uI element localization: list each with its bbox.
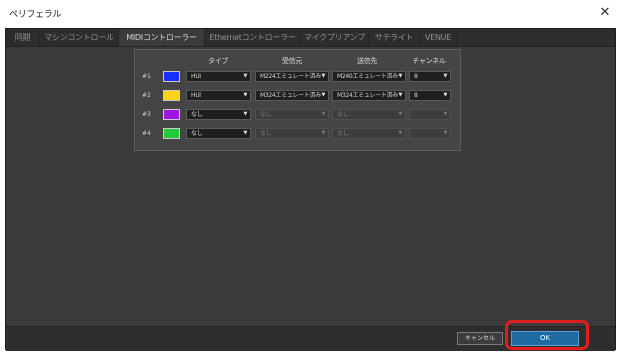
peripherals-window: 同期 マシンコントロール MIDIコントローラー Ethernetコントローラー…: [5, 28, 616, 351]
dropdown-value: なし: [260, 111, 272, 118]
receive-dropdown[interactable]: M224エミュレート済み ▼: [255, 71, 329, 82]
dropdown-value: HUI: [191, 92, 201, 99]
chevron-down-icon: ▼: [398, 92, 402, 98]
dropdown-value: なし: [337, 111, 349, 118]
ok-button-highlight: [505, 320, 589, 350]
chevron-down-icon: ▼: [443, 130, 447, 136]
channels-dropdown[interactable]: 8 ▼: [409, 71, 451, 82]
dropdown-value: M224エミュレート済み: [260, 73, 321, 80]
tab-satellites[interactable]: サテライト: [369, 29, 420, 46]
type-dropdown[interactable]: HUI ▼: [186, 90, 251, 101]
channels-dropdown: ▼: [409, 109, 451, 120]
channels-dropdown[interactable]: 8 ▼: [409, 90, 451, 101]
row-number: #3: [142, 111, 151, 118]
send-dropdown[interactable]: M324エミュレート済み ▼: [332, 90, 406, 101]
chevron-down-icon: ▼: [321, 111, 325, 117]
window-title: ペリフェラル: [9, 10, 62, 20]
chevron-down-icon: ▼: [321, 92, 325, 98]
header-send-to: 送信先: [356, 57, 378, 65]
channels-dropdown: ▼: [409, 128, 451, 139]
receive-dropdown: なし ▼: [255, 128, 329, 139]
chevron-down-icon: ▼: [443, 92, 447, 98]
color-swatch[interactable]: [163, 71, 180, 82]
chevron-down-icon: ▼: [243, 130, 247, 136]
dropdown-value: M324エミュレート済み: [260, 92, 321, 99]
tab-machine-control[interactable]: マシンコントロール: [40, 29, 119, 46]
dropdown-value: 8: [414, 92, 418, 99]
dropdown-value: HUI: [191, 73, 201, 80]
receive-dropdown[interactable]: M324エミュレート済み ▼: [255, 90, 329, 101]
row-number: #4: [142, 130, 151, 137]
receive-dropdown: なし ▼: [255, 109, 329, 120]
type-dropdown[interactable]: HUI ▼: [186, 71, 251, 82]
color-swatch[interactable]: [163, 90, 180, 101]
dropdown-value: なし: [191, 111, 203, 118]
color-swatch[interactable]: [163, 128, 180, 139]
dropdown-value: なし: [337, 130, 349, 137]
midi-controllers-panel: タイプ 受信元 送信先 チャンネル #1 HUI ▼ M224エミュレート済み ▼ …: [134, 49, 461, 151]
chevron-down-icon: ▼: [321, 130, 325, 136]
chevron-down-icon: ▼: [443, 111, 447, 117]
close-icon[interactable]: ✕: [598, 5, 612, 21]
chevron-down-icon: ▼: [243, 111, 247, 117]
tab-ethernet-controllers[interactable]: Ethernetコントローラー: [205, 29, 301, 46]
chevron-down-icon: ▼: [398, 111, 402, 117]
send-dropdown: なし ▼: [332, 128, 406, 139]
row-number: #1: [142, 73, 151, 80]
chevron-down-icon: ▼: [398, 73, 402, 79]
title-bar: ペリフェラル ✕: [0, 0, 622, 28]
chevron-down-icon: ▼: [321, 73, 325, 79]
send-dropdown[interactable]: M240エミュレート済み ▼: [332, 71, 406, 82]
type-dropdown[interactable]: なし ▼: [186, 109, 251, 120]
dropdown-value: なし: [191, 130, 203, 137]
row-number: #2: [142, 92, 151, 99]
color-swatch[interactable]: [163, 109, 180, 120]
tab-mic-preamps[interactable]: マイクプリアンプ: [301, 29, 369, 46]
tab-venue[interactable]: VENUE: [420, 29, 457, 46]
chevron-down-icon: ▼: [398, 130, 402, 136]
tab-midi-controllers[interactable]: MIDIコントローラー: [119, 29, 205, 46]
send-dropdown: なし ▼: [332, 109, 406, 120]
dropdown-value: なし: [260, 130, 272, 137]
tab-bar: 同期 マシンコントロール MIDIコントローラー Ethernetコントローラー…: [6, 29, 615, 47]
chevron-down-icon: ▼: [243, 92, 247, 98]
header-receive-from: 受信元: [281, 57, 303, 65]
type-dropdown[interactable]: なし ▼: [186, 128, 251, 139]
chevron-down-icon: ▼: [243, 73, 247, 79]
header-channels: チャンネル: [412, 57, 446, 65]
tab-sync[interactable]: 同期: [6, 29, 40, 46]
chevron-down-icon: ▼: [443, 73, 447, 79]
cancel-button[interactable]: キャンセル: [457, 332, 503, 345]
dropdown-value: M324エミュレート済み: [337, 92, 398, 99]
dropdown-value: 8: [414, 73, 418, 80]
header-type: タイプ: [207, 57, 229, 65]
dropdown-value: M240エミュレート済み: [337, 73, 398, 80]
